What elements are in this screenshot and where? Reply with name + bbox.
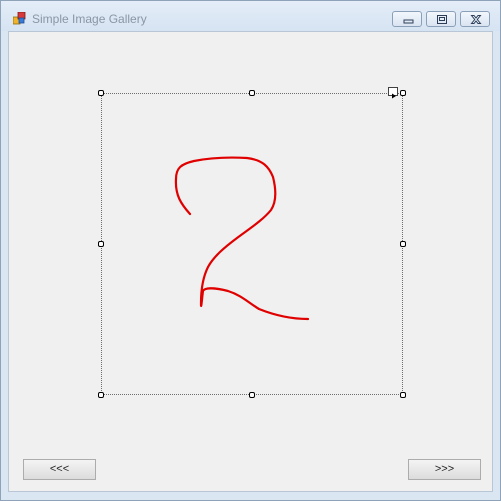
- previous-image-button[interactable]: <<<: [23, 459, 96, 480]
- picture-image: [174, 156, 310, 321]
- next-image-button[interactable]: >>>: [408, 459, 481, 480]
- app-window: Simple Image Gallery <<< >>>: [0, 0, 501, 501]
- handwritten-stroke: [174, 156, 310, 321]
